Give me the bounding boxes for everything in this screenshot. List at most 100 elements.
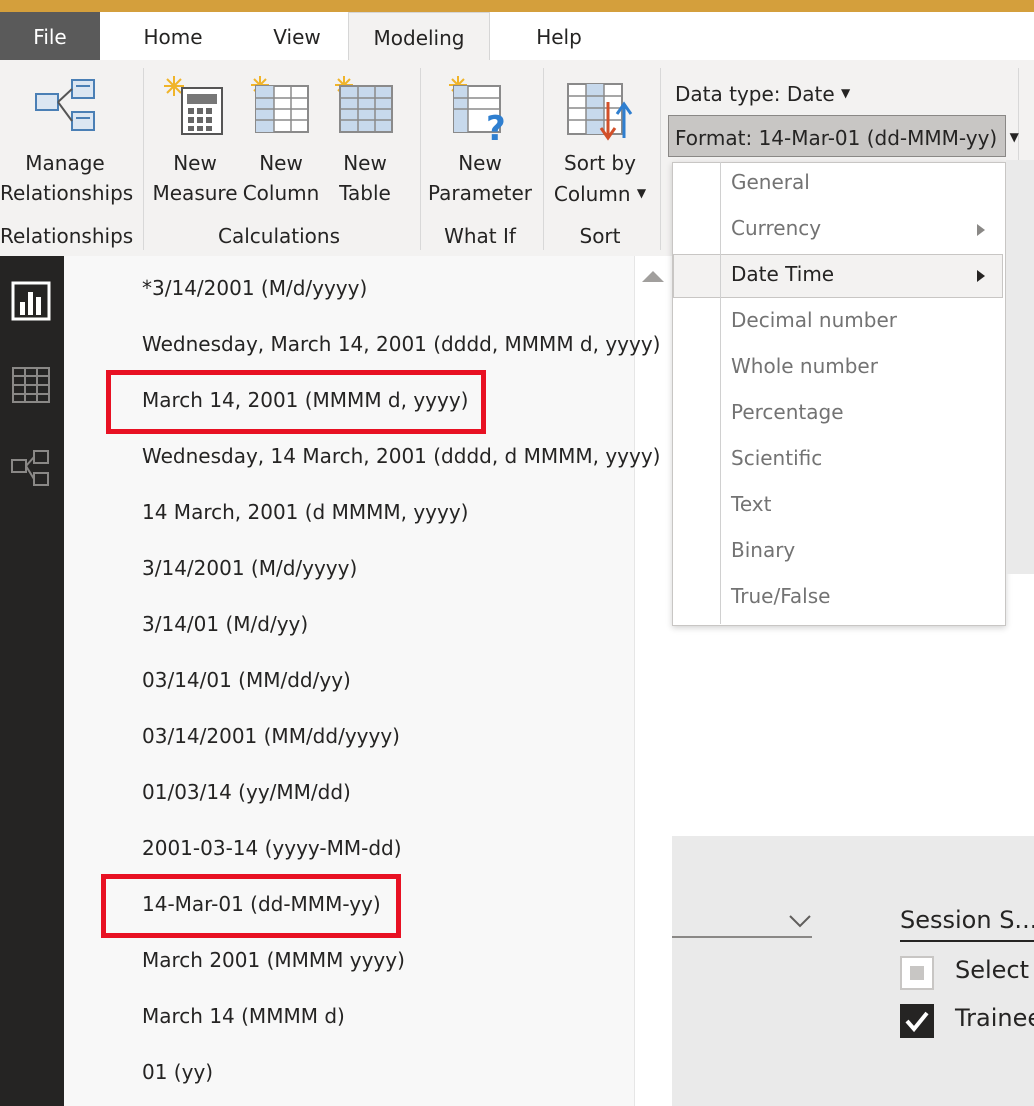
submenu-arrow-icon [976, 222, 986, 241]
group-label-relationships: Relationships [0, 224, 134, 248]
tab-file[interactable]: File [0, 12, 100, 60]
bar-chart-icon [11, 281, 51, 321]
slicer-checkbox-trainee[interactable] [900, 1004, 934, 1038]
group-label-calculations: Calculations [218, 224, 340, 248]
scroll-up-arrow-icon[interactable] [635, 264, 673, 294]
data-type-menu-item[interactable]: Text [731, 490, 771, 518]
new-column-line2: Column [242, 181, 320, 205]
slicer-title-underline [900, 940, 1034, 942]
new-table-button[interactable] [332, 74, 398, 140]
ribbon-separator [143, 68, 144, 250]
chevron-down-icon: ▼ [841, 86, 851, 100]
format-option[interactable]: 3/14/01 (M/d/yy) [142, 610, 308, 638]
ribbon-separator [660, 68, 661, 250]
data-type-menu-item[interactable]: Binary [731, 536, 795, 564]
format-label: Format: 14-Mar-01 (dd-MMM-yy) [675, 126, 998, 150]
data-type-menu-item[interactable]: Percentage [731, 398, 844, 426]
chevron-down-icon: ▼ [636, 186, 647, 200]
svg-text:?: ? [486, 109, 506, 144]
slicer-dropdown-underline [672, 936, 812, 938]
data-type-menu-item[interactable]: Decimal number [731, 306, 897, 334]
highlight-box [106, 370, 486, 434]
format-option[interactable]: March 14 (MMMM d) [142, 1002, 345, 1030]
group-label-what-if: What If [444, 224, 516, 248]
manage-relationships-button[interactable] [30, 76, 100, 142]
highlight-box [101, 874, 401, 938]
format-option[interactable]: 2001-03-14 (yyyy-MM-dd) [142, 834, 402, 862]
slicer-item-label: Select [955, 956, 1030, 984]
data-type-menu-item[interactable]: Scientific [731, 444, 822, 472]
slicer-checkbox-select[interactable] [900, 956, 934, 990]
slicer-dropdown-toggle[interactable] [786, 908, 814, 932]
format-option[interactable]: March 2001 (MMMM yyyy) [142, 946, 405, 974]
new-parameter-label: New Parameter [424, 148, 536, 208]
new-column-line1: New [259, 151, 303, 175]
sort-label-line2-wrap: Column ▼ [548, 178, 652, 209]
new-table-icon [335, 76, 393, 133]
chevron-down-icon [789, 915, 811, 928]
relationships-icon [35, 79, 95, 131]
data-type-menu-item[interactable]: Currency [731, 214, 821, 242]
model-view-button[interactable] [10, 448, 52, 490]
new-table-line2: Table [339, 181, 391, 205]
manage-relationships-label: Manage Relationships [0, 148, 134, 208]
manage-label-line1: Manage [25, 151, 105, 175]
scrollbar[interactable] [634, 256, 673, 1106]
data-type-dropdown[interactable]: Data type: Date ▼ [675, 82, 850, 106]
what-if-parameter-icon: ? [449, 76, 506, 149]
format-option[interactable]: Wednesday, 14 March, 2001 (dddd, d MMMM,… [142, 442, 661, 470]
new-measure-label: New Measure [150, 148, 240, 208]
new-parameter-line1: New [458, 151, 502, 175]
data-type-menu-item[interactable]: Date Time [731, 260, 834, 288]
format-option[interactable]: 14 March, 2001 (d MMMM, yyyy) [142, 498, 468, 526]
data-type-menu [672, 162, 1006, 626]
tab-modeling[interactable]: Modeling [348, 12, 490, 60]
new-measure-line2: Measure [152, 181, 238, 205]
slicer-item-label: Trainee [955, 1004, 1034, 1032]
data-type-menu-item[interactable]: Whole number [731, 352, 878, 380]
ribbon-separator [420, 68, 421, 250]
format-option[interactable]: 3/14/2001 (M/d/yyyy) [142, 554, 357, 582]
format-option[interactable]: 01 (yy) [142, 1058, 213, 1086]
calculator-icon [164, 76, 223, 135]
ribbon-separator [543, 68, 544, 250]
chevron-down-icon: ▼ [1009, 130, 1019, 144]
new-column-button[interactable] [248, 74, 314, 140]
group-label-sort: Sort [579, 224, 621, 248]
sort-by-column-button[interactable] [566, 80, 636, 142]
title-bar [0, 0, 1034, 12]
new-column-icon [251, 76, 309, 133]
data-type-label: Data type: Date [675, 82, 835, 106]
model-relationships-icon [11, 450, 49, 486]
submenu-arrow-icon [976, 268, 986, 287]
manage-label-line2: Relationships [0, 181, 134, 205]
tab-view[interactable]: View [250, 12, 344, 60]
format-option[interactable]: *3/14/2001 (M/d/yyyy) [142, 274, 367, 302]
data-type-menu-item[interactable]: General [731, 168, 810, 196]
table-grid-icon [12, 367, 50, 403]
new-column-label: New Column [240, 148, 322, 208]
data-type-menu-item[interactable]: True/False [731, 582, 830, 610]
new-measure-line1: New [173, 151, 217, 175]
format-option[interactable]: 01/03/14 (yy/MM/dd) [142, 778, 351, 806]
format-option[interactable]: 03/14/2001 (MM/dd/yyyy) [142, 722, 400, 750]
report-canvas-edge [1006, 160, 1034, 574]
menu-item-hover-highlight [673, 254, 1003, 298]
format-option[interactable]: 03/14/01 (MM/dd/yy) [142, 666, 351, 694]
format-option[interactable]: Wednesday, March 14, 2001 (dddd, MMMM d,… [142, 330, 661, 358]
report-view-button[interactable] [10, 280, 52, 322]
slicer-title: Session S... [900, 906, 1034, 934]
checkmark-icon [905, 1011, 929, 1033]
sort-by-column-icon [567, 83, 633, 141]
sort-by-column-label: Sort by Column ▼ [548, 148, 652, 209]
new-measure-button[interactable] [160, 74, 226, 140]
tab-home[interactable]: Home [120, 12, 226, 60]
new-parameter-line2: Parameter [427, 181, 533, 205]
format-dropdown-text: Format: 14-Mar-01 (dd-MMM-yy) ▼ [675, 126, 1019, 150]
sort-label-line2: Column [553, 182, 631, 206]
menu-gutter-divider [720, 162, 721, 624]
tab-help[interactable]: Help [510, 12, 608, 60]
data-view-button[interactable] [10, 364, 52, 406]
checkbox-partial-mark [910, 966, 924, 980]
new-parameter-button[interactable]: ? [446, 74, 512, 149]
